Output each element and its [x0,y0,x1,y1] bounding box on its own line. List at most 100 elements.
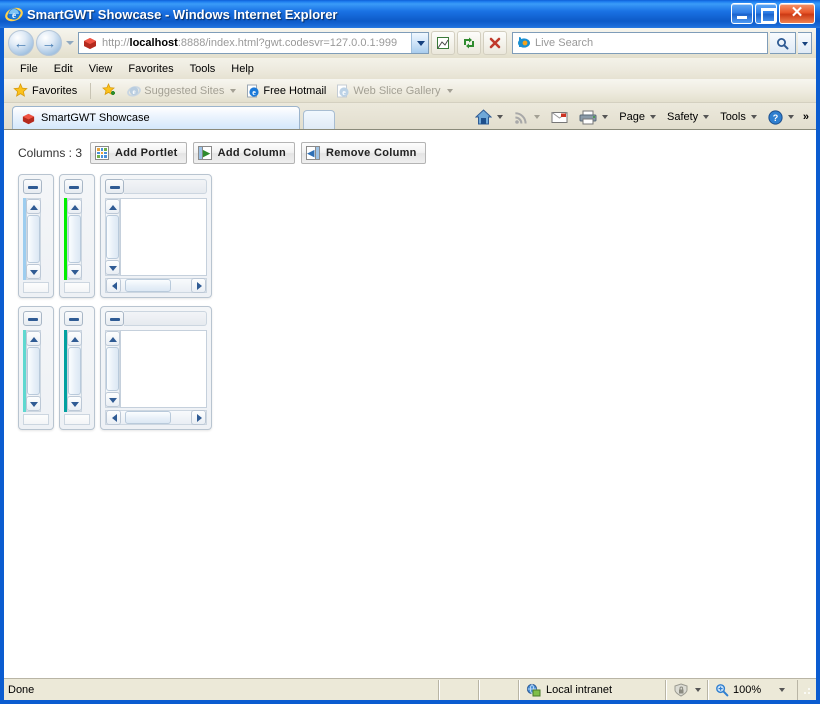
minimize-portlet-button[interactable] [64,179,83,194]
scroll-up-button[interactable] [67,199,82,214]
scroll-down-button[interactable] [105,392,120,407]
portlet-4[interactable] [18,306,54,430]
scroll-up-button[interactable] [105,331,120,346]
forward-button[interactable]: → [36,30,62,56]
horizontal-scroll-thumb[interactable] [125,411,171,424]
chevron-down-icon[interactable] [750,115,757,119]
command-safety[interactable]: Safety [662,109,714,125]
status-spacer-2 [479,679,519,700]
minimize-portlet-button[interactable] [105,311,124,326]
read-mail-button[interactable] [546,108,573,126]
scroll-down-button[interactable] [26,396,41,411]
vertical-scrollbar[interactable] [67,330,82,412]
menu-item-edit[interactable]: Edit [46,61,81,77]
favorites-item-suggested-sites[interactable]: e Suggested Sites [123,83,240,99]
address-dropdown-icon[interactable] [411,33,428,53]
chevron-down-icon[interactable] [534,115,541,119]
portlet-3[interactable] [100,174,212,298]
command-tools[interactable]: Tools [715,109,762,125]
menu-item-tools[interactable]: Tools [182,61,224,77]
security-zone[interactable]: Local intranet [519,679,666,700]
portlet-6[interactable] [100,306,212,430]
help-button[interactable]: ? [763,108,799,127]
chevron-down-icon[interactable] [703,115,710,119]
add-to-favorites-bar-icon[interactable] [98,82,121,99]
new-tab-button[interactable] [303,110,335,129]
vertical-scroll-thumb[interactable] [27,215,40,263]
horizontal-scroll-thumb[interactable] [125,279,171,292]
vertical-scrollbar[interactable] [105,330,120,408]
portlet-5[interactable] [59,306,95,430]
minimize-button[interactable] [731,3,753,24]
portlet-1[interactable] [18,174,54,298]
portlet-content-spacer [82,198,90,280]
menu-item-help[interactable]: Help [223,61,262,77]
portlet-2[interactable] [59,174,95,298]
scroll-down-button[interactable] [105,260,120,275]
chevron-down-icon[interactable] [787,115,794,119]
menu-item-favorites[interactable]: Favorites [120,61,181,77]
favorites-item-free-hotmail[interactable]: e Free Hotmail [242,83,330,99]
scroll-right-button[interactable] [191,278,206,293]
chevron-down-icon[interactable] [779,687,786,692]
zoom-control[interactable]: 100% [708,679,798,700]
search-box[interactable]: Live Search [512,32,768,54]
search-go-button[interactable] [770,32,796,54]
chevron-down-icon[interactable] [650,115,656,119]
scroll-down-button[interactable] [67,264,82,279]
stop-button[interactable] [483,31,507,55]
maximize-button[interactable] [755,3,777,24]
scroll-up-button[interactable] [67,331,82,346]
chevron-down-icon[interactable] [497,115,504,119]
search-options-dropdown[interactable] [798,32,812,54]
minimize-portlet-button[interactable] [105,179,124,194]
vertical-scroll-thumb[interactable] [27,347,40,395]
protected-mode-indicator[interactable] [666,679,708,700]
scroll-up-button[interactable] [26,331,41,346]
menu-item-file[interactable]: File [12,61,46,77]
scroll-up-button[interactable] [105,199,120,214]
add-column-button[interactable]: ▶ Add Column [192,142,295,164]
vertical-scroll-thumb[interactable] [68,215,81,263]
vertical-scroll-thumb[interactable] [106,215,119,259]
remove-column-button[interactable]: ◀ Remove Column [301,142,426,164]
command-page[interactable]: Page [614,109,661,125]
scroll-down-button[interactable] [67,396,82,411]
scroll-down-button[interactable] [26,264,41,279]
compatibility-view-button[interactable] [431,31,455,55]
chevron-down-icon[interactable] [602,115,609,119]
chevron-down-icon[interactable] [230,88,237,93]
minimize-portlet-button[interactable] [23,179,42,194]
vertical-scrollbar[interactable] [26,198,41,280]
minimize-portlet-button[interactable] [23,311,42,326]
scroll-left-button[interactable] [106,410,121,425]
feeds-button[interactable] [509,108,545,127]
scroll-up-button[interactable] [26,199,41,214]
menu-item-view[interactable]: View [81,61,121,77]
favorites-button[interactable]: Favorites [10,82,83,99]
back-button[interactable]: ← [8,30,34,56]
tab-smartgwt-showcase[interactable]: SmartGWT Showcase [12,106,300,129]
chevron-down-icon[interactable] [695,687,701,692]
vertical-scrollbar[interactable] [105,198,120,276]
add-portlet-button[interactable]: Add Portlet [90,142,187,164]
close-button[interactable] [779,3,815,24]
command-overflow-icon[interactable]: » [800,111,812,123]
vertical-scroll-thumb[interactable] [68,347,81,395]
home-button[interactable] [470,107,508,127]
vertical-scrollbar[interactable] [26,330,41,412]
horizontal-scrollbar[interactable] [105,410,207,425]
scroll-left-button[interactable] [106,278,121,293]
resize-grip[interactable] [798,681,814,698]
minimize-portlet-button[interactable] [64,311,83,326]
vertical-scroll-thumb[interactable] [106,347,119,391]
scroll-right-button[interactable] [191,410,206,425]
recent-pages-dropdown-icon[interactable] [64,31,76,55]
chevron-down-icon[interactable] [446,88,453,93]
refresh-button[interactable] [457,31,481,55]
print-button[interactable] [574,108,613,127]
horizontal-scrollbar[interactable] [105,278,207,293]
favorites-item-web-slice-gallery[interactable]: e Web Slice Gallery [332,83,456,99]
address-bar[interactable]: http://localhost:8888/index.html?gwt.cod… [78,32,429,54]
vertical-scrollbar[interactable] [67,198,82,280]
